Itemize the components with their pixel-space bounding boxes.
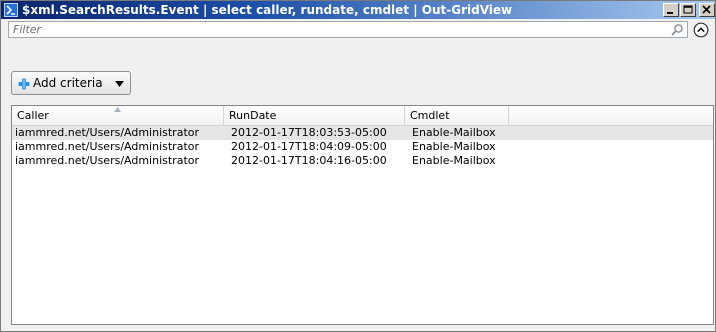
column-header-rundate[interactable]: RunDate [224, 106, 405, 125]
window-title: $xml.SearchResults.Event | select caller… [22, 3, 513, 17]
add-criteria-button[interactable]: Add criteria [11, 71, 131, 95]
chevron-down-icon [115, 81, 124, 87]
table-row[interactable]: iammred.net/Users/Administrator 2012-01-… [12, 126, 713, 140]
results-grid[interactable]: Caller RunDate Cmdlet iammred.net/Users/… [11, 105, 714, 325]
powershell-grid-icon [4, 3, 18, 17]
maximize-button[interactable] [680, 3, 696, 17]
out-gridview-window: $xml.SearchResults.Event | select caller… [0, 0, 716, 332]
grid-header: Caller RunDate Cmdlet [12, 106, 713, 126]
column-header-label: Caller [17, 109, 49, 122]
minimize-button[interactable] [663, 3, 679, 17]
cell-cmdlet: Enable-Mailbox [412, 140, 496, 153]
cell-caller: iammred.net/Users/Administrator [15, 140, 200, 153]
close-icon [702, 5, 711, 14]
column-header-caller[interactable]: Caller [12, 106, 224, 125]
cell-cmdlet: Enable-Mailbox [412, 126, 496, 139]
column-header-filler [509, 106, 713, 125]
cell-rundate: 2012-01-17T18:03:53-05:00 [231, 126, 387, 139]
search-icon[interactable] [670, 23, 684, 37]
cell-rundate: 2012-01-17T18:04:09-05:00 [231, 140, 387, 153]
table-row[interactable]: iammred.net/Users/Administrator 2012-01-… [12, 140, 713, 154]
add-criteria-label: Add criteria [33, 76, 103, 90]
title-bar[interactable]: $xml.SearchResults.Event | select caller… [1, 1, 715, 19]
column-header-cmdlet[interactable]: Cmdlet [405, 106, 509, 125]
close-button[interactable] [699, 3, 715, 17]
cell-rundate: 2012-01-17T18:04:16-05:00 [231, 154, 387, 167]
maximize-icon [683, 5, 693, 14]
filter-box [8, 21, 688, 38]
minimize-icon [667, 12, 673, 14]
grid-body: iammred.net/Users/Administrator 2012-01-… [12, 126, 713, 168]
cell-caller: iammred.net/Users/Administrator [15, 154, 200, 167]
cell-cmdlet: Enable-Mailbox [412, 154, 496, 167]
cell-caller: iammred.net/Users/Administrator [15, 126, 200, 139]
column-header-label: RunDate [229, 109, 277, 122]
sort-ascending-icon [114, 107, 121, 112]
plus-icon [18, 78, 30, 90]
collapse-up-icon[interactable] [693, 22, 709, 38]
table-row[interactable]: iammred.net/Users/Administrator 2012-01-… [12, 154, 713, 168]
filter-input[interactable] [9, 22, 663, 37]
column-header-label: Cmdlet [410, 109, 450, 122]
